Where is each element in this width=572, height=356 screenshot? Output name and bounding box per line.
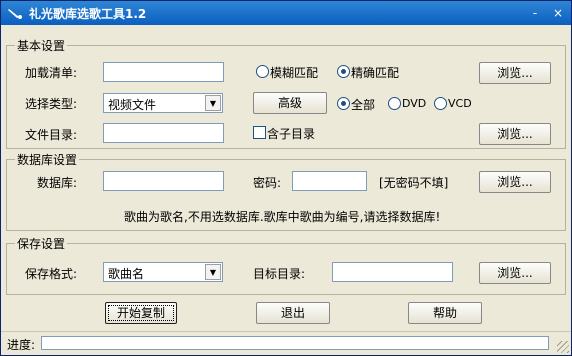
help-button[interactable]: 帮助 [408, 302, 482, 324]
vcd-radio[interactable] [434, 97, 447, 110]
database-settings-label: 数据库设置 [15, 151, 80, 168]
database-label: 数据库: [37, 176, 78, 190]
save-format-select[interactable]: 歌曲名 ▼ [103, 262, 223, 282]
fuzzy-match-radio[interactable] [256, 65, 269, 78]
window-title: 礼光歌库选歌工具1.2 [29, 7, 147, 21]
save-format-label: 保存格式: [25, 267, 78, 281]
title-bar[interactable]: 礼光歌库选歌工具1.2 - × [1, 1, 571, 25]
browse-dir-button[interactable]: 浏览... [479, 123, 551, 145]
select-type-label: 选择类型: [25, 97, 78, 111]
browse-list-button[interactable]: 浏览... [479, 62, 551, 84]
resize-grip-icon[interactable] [557, 341, 569, 353]
exit-button[interactable]: 退出 [256, 302, 330, 324]
browse-target-button[interactable]: 浏览... [479, 262, 551, 284]
progress-label: 进度: [7, 338, 36, 352]
exact-match-label: 精确匹配 [351, 66, 400, 80]
subdir-checkbox[interactable] [253, 126, 266, 139]
all-label: 全部 [351, 98, 376, 112]
subdir-label: 含子目录 [267, 127, 316, 141]
vcd-label: VCD [448, 97, 472, 110]
file-dir-label: 文件目录: [25, 128, 78, 142]
all-radio[interactable] [337, 97, 350, 110]
dvd-radio[interactable] [388, 97, 401, 110]
password-hint: [无密码不填] [379, 176, 449, 190]
type-select-value: 视频文件 [108, 98, 157, 112]
close-button[interactable]: × [550, 5, 566, 21]
app-icon [8, 9, 22, 19]
load-list-input[interactable] [103, 62, 224, 82]
exact-match-radio[interactable] [337, 65, 350, 78]
fuzzy-match-label: 模糊匹配 [270, 66, 319, 80]
chevron-down-icon[interactable]: ▼ [205, 95, 221, 111]
target-dir-label: 目标目录: [253, 267, 306, 281]
save-format-value: 歌曲名 [108, 267, 145, 281]
type-select[interactable]: 视频文件 ▼ [103, 93, 223, 113]
browse-database-button[interactable]: 浏览... [479, 171, 551, 193]
database-note: 歌曲为歌名,不用选数据库.歌库中歌曲为编号,请选择数据库! [124, 210, 441, 224]
dvd-label: DVD [402, 97, 427, 110]
load-list-label: 加载清单: [25, 66, 78, 80]
minimize-button[interactable]: - [527, 5, 543, 21]
advanced-button[interactable]: 高级 [253, 92, 327, 114]
file-dir-input[interactable] [103, 123, 224, 143]
target-dir-input[interactable] [332, 262, 453, 282]
progress-bar [41, 336, 549, 350]
chevron-down-icon[interactable]: ▼ [205, 264, 221, 280]
password-input[interactable] [292, 171, 367, 191]
app-window: 礼光歌库选歌工具1.2 - × 基本设置 加载清单: 模糊匹配 精确匹配 浏览.… [0, 0, 572, 356]
database-input[interactable] [103, 171, 224, 191]
start-copy-button[interactable]: 开始复制 [105, 302, 177, 324]
basic-settings-label: 基本设置 [15, 37, 68, 54]
password-label: 密码: [253, 176, 282, 190]
save-settings-label: 保存设置 [15, 235, 68, 252]
